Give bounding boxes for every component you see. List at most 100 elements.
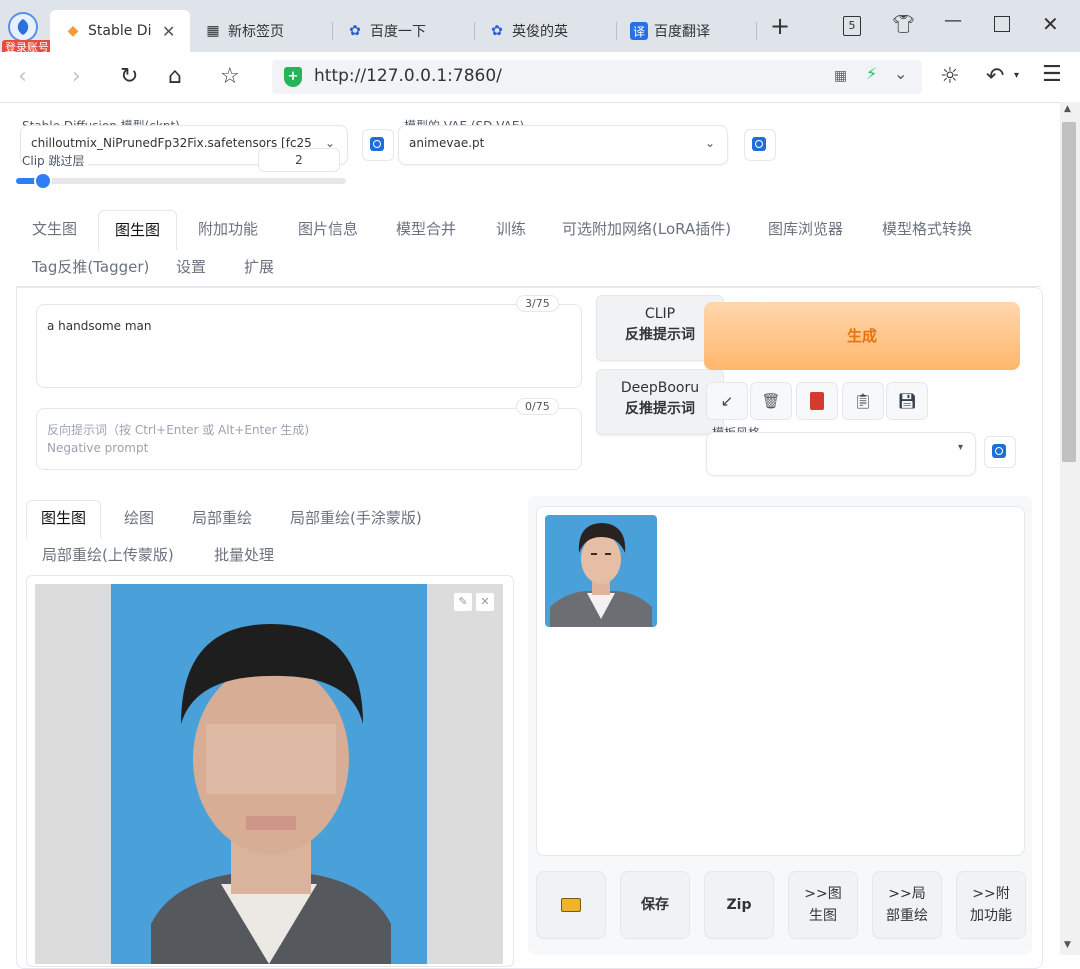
refresh-ckpt-button[interactable]	[362, 129, 394, 161]
input-photo	[111, 584, 427, 964]
tab-row2-0[interactable]: Tag反推(Tagger)	[32, 256, 149, 277]
new-tab-button[interactable]: +	[770, 12, 790, 40]
vae-value: animevae.pt	[409, 136, 485, 150]
send-to-inpaint-button[interactable]: >>局 部重绘	[872, 871, 942, 939]
output-gallery	[536, 506, 1025, 856]
chevron-down-icon[interactable]: ⌄	[894, 64, 907, 83]
edit-icon[interactable]: ✎	[453, 592, 473, 612]
subtab-1[interactable]: 绘图	[124, 507, 154, 528]
tab-row2-1[interactable]: 设置	[176, 256, 206, 277]
subtab-row2-1[interactable]: 批量处理	[214, 544, 274, 565]
browser-tab-strip: 登录账号 ◆ Stable Di ✕ ▦ 新标签页 ✿ 百度一下 ✿ 英俊的英 …	[0, 0, 1080, 56]
prompt-textarea[interactable]: a handsome man	[36, 304, 582, 388]
clipboard-icon[interactable]: 📋︎	[842, 382, 884, 420]
tab-divider	[756, 22, 757, 40]
arrow-icon[interactable]: ↙	[706, 382, 748, 420]
refresh-vae-button[interactable]	[744, 129, 776, 161]
tab-divider	[474, 22, 475, 40]
tab-7[interactable]: 图库浏览器	[768, 218, 843, 239]
open-folder-button[interactable]	[536, 871, 606, 939]
input-image-backdrop: ✎ ✕	[35, 584, 503, 964]
baidu-paw-icon: ✿	[491, 23, 503, 39]
stable-diffusion-icon: ◆	[67, 23, 79, 39]
translate-icon: 译	[630, 22, 648, 40]
browser-tab-handsome[interactable]: ✿ 英俊的英	[488, 10, 588, 52]
vae-dropdown[interactable]: animevae.pt ⌄	[398, 125, 728, 165]
generated-portrait	[550, 523, 652, 627]
star-icon[interactable]: ☆	[220, 64, 240, 89]
forward-icon[interactable]: ›	[72, 64, 81, 89]
browser-tab-new-tab[interactable]: ▦ 新标签页	[204, 10, 324, 52]
input-image-panel[interactable]: ✎ ✕	[26, 575, 514, 967]
style-dropdown[interactable]: ▾	[706, 432, 976, 476]
lightning-icon[interactable]: ⚡︎	[866, 64, 877, 83]
tab-3[interactable]: 图片信息	[298, 218, 358, 239]
baidu-paw-icon: ✿	[349, 23, 361, 39]
negative-prompt-placeholder-en: Negative prompt	[47, 441, 149, 455]
close-tab-icon[interactable]: ✕	[162, 22, 175, 41]
negative-prompt-placeholder: 反向提示词（按 Ctrl+Enter 或 Alt+Enter 生成)	[47, 423, 310, 437]
undo-icon[interactable]: ↶	[986, 64, 1004, 89]
tab-4[interactable]: 模型合并	[396, 218, 456, 239]
save-style-icon[interactable]: 💾︎	[886, 382, 928, 420]
qrcode-icon[interactable]: ▦	[834, 68, 847, 84]
send-to-img2img-button[interactable]: >>图 生图	[788, 871, 858, 939]
tab-divider	[616, 22, 617, 40]
clip-skip-label: Clip 跳过层	[22, 152, 89, 169]
minimize-icon[interactable]: —	[944, 10, 962, 31]
save-button[interactable]: 保存	[620, 871, 690, 939]
folder-icon	[561, 898, 581, 912]
clip-skip-slider-thumb[interactable]	[36, 174, 51, 188]
tab-5[interactable]: 训练	[496, 218, 526, 239]
prompt-text: a handsome man	[47, 319, 152, 333]
prompt-token-counter: 3/75	[516, 295, 559, 312]
deepbooru-interrogate-button[interactable]: DeepBooru 反推提示词	[596, 369, 724, 435]
menu-icon[interactable]: ☰	[1042, 62, 1062, 87]
red-card-icon[interactable]	[796, 382, 838, 420]
tab-divider	[332, 22, 333, 40]
browser-tab-baidu[interactable]: ✿ 百度一下	[346, 10, 446, 52]
negative-token-counter: 0/75	[516, 398, 559, 415]
generate-button[interactable]: 生成	[704, 302, 1020, 370]
shirt-icon[interactable]: 👕︎	[892, 14, 915, 35]
tab-row2-2[interactable]: 扩展	[244, 256, 274, 277]
subtab-row2-0[interactable]: 局部重绘(上传蒙版)	[42, 544, 174, 565]
tab-0[interactable]: 文生图	[32, 218, 77, 239]
tab-1[interactable]: 图生图	[98, 210, 178, 250]
home-icon[interactable]: ⌂	[168, 64, 182, 89]
back-icon[interactable]: ‹	[18, 64, 27, 89]
output-thumbnail[interactable]	[545, 515, 657, 627]
security-shield-icon: +	[284, 67, 302, 87]
scroll-down-icon[interactable]: ▼	[1064, 940, 1071, 950]
zip-button[interactable]: Zip	[704, 871, 774, 939]
refresh-styles-button[interactable]	[984, 436, 1016, 468]
send-to-extras-button[interactable]: >>附 加功能	[956, 871, 1026, 939]
reload-icon[interactable]: ↻	[120, 64, 138, 89]
clear-image-icon[interactable]: ✕	[475, 592, 495, 612]
negative-prompt-textarea[interactable]: 反向提示词（按 Ctrl+Enter 或 Alt+Enter 生成) Negat…	[36, 408, 582, 470]
chevron-down-icon: ⌄	[704, 136, 715, 150]
url-text[interactable]: http://127.0.0.1:7860/	[314, 66, 502, 86]
subtab-3[interactable]: 局部重绘(手涂蒙版)	[290, 507, 422, 528]
browser-logo-icon[interactable]	[8, 12, 38, 42]
tab-8[interactable]: 模型格式转换	[882, 218, 972, 239]
clip-skip-slider[interactable]	[16, 174, 346, 188]
undo-dropdown-icon[interactable]: ▾	[1014, 70, 1019, 81]
maximize-icon[interactable]	[994, 16, 1010, 32]
browser-tab-translate[interactable]: 译 百度翻译	[630, 10, 730, 52]
subtab-0[interactable]: 图生图	[26, 500, 102, 538]
browser-tab-stable-diffusion[interactable]: ◆ Stable Di ✕	[50, 10, 190, 52]
subtab-2[interactable]: 局部重绘	[192, 507, 252, 528]
brightness-icon[interactable]: ☼	[940, 64, 960, 89]
tab-2[interactable]: 附加功能	[198, 218, 258, 239]
window-close-icon[interactable]: ✕	[1042, 12, 1059, 36]
clip-skip-input[interactable]: 2	[258, 148, 340, 172]
scroll-up-icon[interactable]: ▲	[1064, 104, 1071, 114]
person-photo	[151, 624, 391, 964]
trash-icon[interactable]: 🗑︎	[750, 382, 792, 420]
tab-counter[interactable]: 5	[843, 16, 861, 36]
dropdown-arrow-icon: ▾	[957, 442, 963, 453]
grid-icon: ▦	[206, 23, 220, 39]
tab-6[interactable]: 可选附加网络(LoRA插件)	[562, 218, 731, 239]
scrollbar-thumb[interactable]	[1062, 122, 1076, 462]
